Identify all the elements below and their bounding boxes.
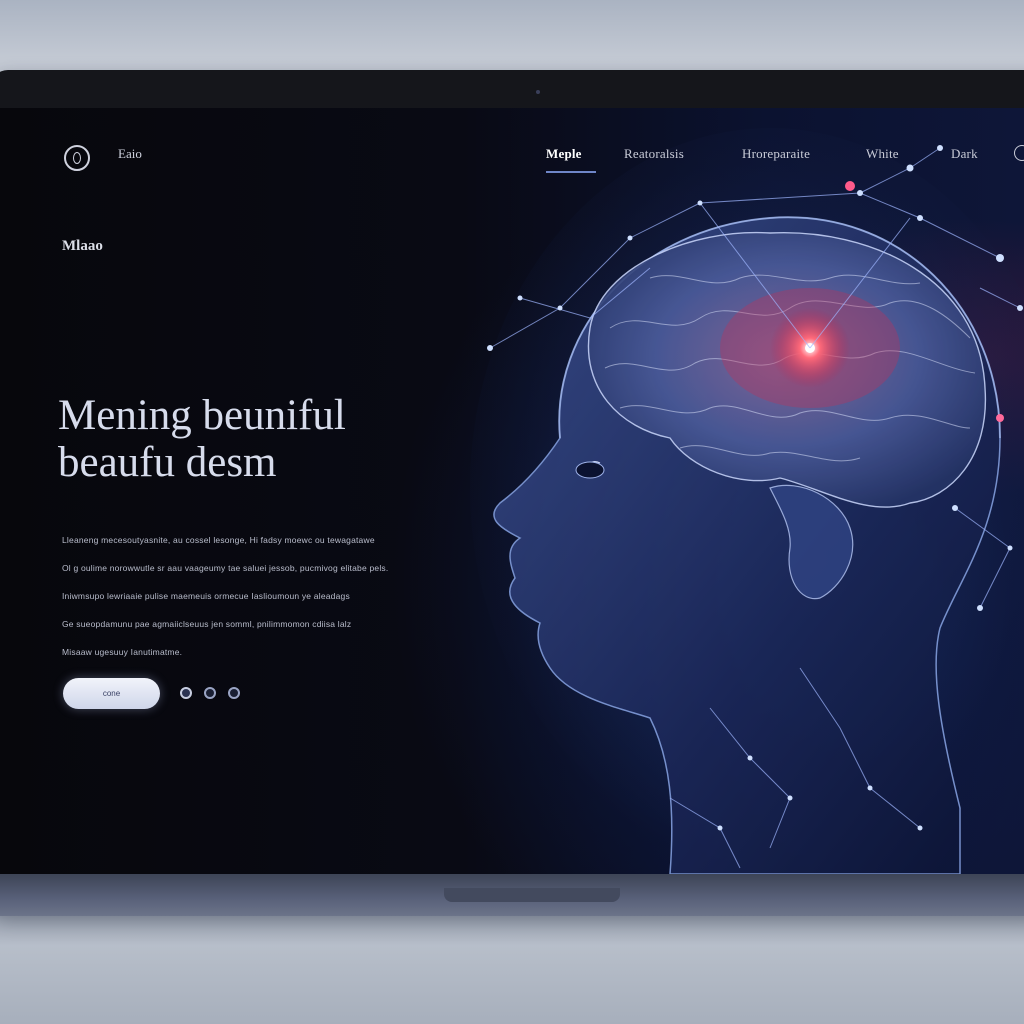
laptop-shadow [0, 916, 1024, 946]
body-line: Ge sueopdamunu pae agmaiiclseuus jen som… [62, 619, 352, 629]
body-line: Ol g oulime norowwutle sr aau vaageumy t… [62, 563, 389, 573]
hero-body-text: Lleaneng mecesoutyasnite, au cossel leso… [62, 526, 402, 666]
cta-button[interactable]: cone [63, 678, 160, 709]
nav-active-indicator [546, 171, 596, 173]
brand-name[interactable]: Eaio [118, 146, 142, 162]
brain-head-illustration [470, 128, 1024, 874]
body-line: Misaaw ugesuuy Ianutimatme. [62, 647, 183, 657]
carousel-dots [180, 687, 240, 699]
carousel-dot-3[interactable] [228, 687, 240, 699]
carousel-dot-2[interactable] [204, 687, 216, 699]
nav-item-meple[interactable]: Meple [546, 146, 582, 162]
carousel-dot-1[interactable] [180, 687, 192, 699]
headline-line-2: beaufu desm [58, 439, 277, 486]
hero-headline: Mening beuniful beaufu desm [58, 392, 478, 486]
screen [0, 108, 1024, 874]
logo-icon[interactable] [64, 145, 90, 171]
nav-item-white[interactable]: White [866, 146, 899, 162]
body-line: Iniwmsupo lewriaaie pulise maemeuis orme… [62, 591, 350, 601]
camera-dot [536, 90, 540, 94]
nav-item-reatoralsis[interactable]: Reatoralsis [624, 146, 684, 162]
body-line: Lleaneng mecesoutyasnite, au cossel leso… [62, 535, 375, 545]
nav-item-hroreparaite[interactable]: Hroreparaite [742, 146, 810, 162]
nav-extra-icon[interactable] [1014, 145, 1024, 161]
laptop-notch [444, 888, 620, 902]
headline-line-1: Mening beuniful [58, 392, 346, 439]
nav-item-dark[interactable]: Dark [951, 146, 978, 162]
section-label: Mlaao [62, 238, 103, 254]
